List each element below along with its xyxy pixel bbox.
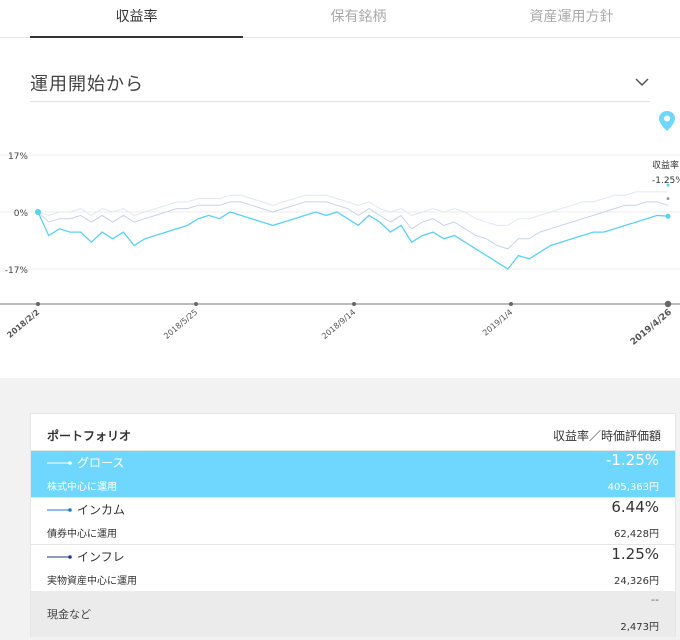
x-tick-label: 2019/1/4	[481, 308, 514, 338]
map-pin-icon[interactable]	[658, 110, 676, 132]
cash-name: 現金など	[47, 608, 91, 621]
legend-line-icon	[47, 555, 72, 559]
card-header: ポートフォリオ 収益率／時価評価額	[31, 414, 675, 451]
row-rate: -1.25%	[605, 451, 659, 469]
cash-amount: 2,473円	[620, 622, 659, 633]
portfolio-row-inflation[interactable]: インフレ 実物資産中心に運用 1.25% 24,326円	[31, 545, 675, 592]
series-line-income	[37, 201, 669, 250]
row-amount: 62,428円	[614, 529, 659, 540]
legend-line-icon	[47, 508, 72, 512]
row-amount: 405,363円	[607, 482, 659, 493]
x-tick-label: 2019/4/26	[629, 308, 674, 348]
row-description: 株式中心に運用	[47, 482, 117, 493]
row-name: インカム	[77, 503, 126, 517]
x-axis-tick	[194, 302, 198, 306]
tab-policy[interactable]: 資産運用方針	[465, 0, 678, 38]
active-tab-indicator	[30, 36, 243, 38]
portfolio-row-growth[interactable]: グロース 株式中心に運用 -1.25% 405,363円	[31, 451, 675, 498]
returns-value-heading: 収益率／時価評価額	[552, 429, 661, 443]
end-point	[665, 213, 671, 219]
cash-row: 現金など -- 2,473円	[31, 591, 675, 637]
returns-chart: 17% 0% -17% 収益率 -1.25% 2018/2/2 2018/5/25 2018/…	[0, 152, 680, 348]
y-tick-label: 17%	[8, 152, 28, 162]
marker-label: 収益率	[652, 159, 679, 171]
x-tick-label: 2018/2/2	[5, 308, 41, 340]
cash-rate: --	[651, 593, 659, 606]
row-name: インフレ	[77, 550, 125, 564]
row-name: グロース	[77, 456, 125, 470]
x-axis-tick	[36, 302, 40, 306]
y-tick-label: -17%	[5, 266, 29, 276]
end-point-secondary	[666, 197, 670, 201]
period-label: 運用開始から	[30, 74, 144, 95]
portfolio-heading: ポートフォリオ	[47, 429, 132, 443]
y-tick-label: 0%	[14, 209, 29, 219]
row-description: 実物資産中心に運用	[47, 576, 137, 587]
x-axis-tick	[352, 302, 356, 306]
x-tick-label: 2018/9/14	[320, 308, 357, 341]
start-point	[35, 209, 41, 215]
legend-line-icon	[47, 461, 72, 465]
tab-holdings[interactable]: 保有銘柄	[252, 0, 465, 38]
chevron-down-icon	[635, 78, 649, 87]
series-line-inflation	[37, 191, 668, 226]
row-amount: 24,326円	[614, 576, 659, 587]
x-axis-tick	[664, 300, 672, 308]
x-tick-label: 2018/5/25	[162, 308, 199, 341]
x-axis-tick	[509, 302, 513, 306]
row-rate: 1.25%	[611, 545, 659, 563]
tab-bar: 収益率 保有銘柄 資産運用方針	[0, 0, 680, 38]
portfolio-card: ポートフォリオ 収益率／時価評価額 グロース 株式中心に運用 -1.25% 40…	[30, 413, 676, 637]
tab-returns[interactable]: 収益率	[30, 0, 243, 38]
marker-value: -1.25%	[652, 176, 680, 186]
row-description: 債券中心に運用	[47, 529, 117, 540]
period-selector[interactable]: 運用開始から	[30, 60, 650, 102]
portfolio-row-income[interactable]: インカム 債券中心に運用 6.44% 62,428円	[31, 498, 675, 545]
row-rate: 6.44%	[611, 498, 659, 516]
